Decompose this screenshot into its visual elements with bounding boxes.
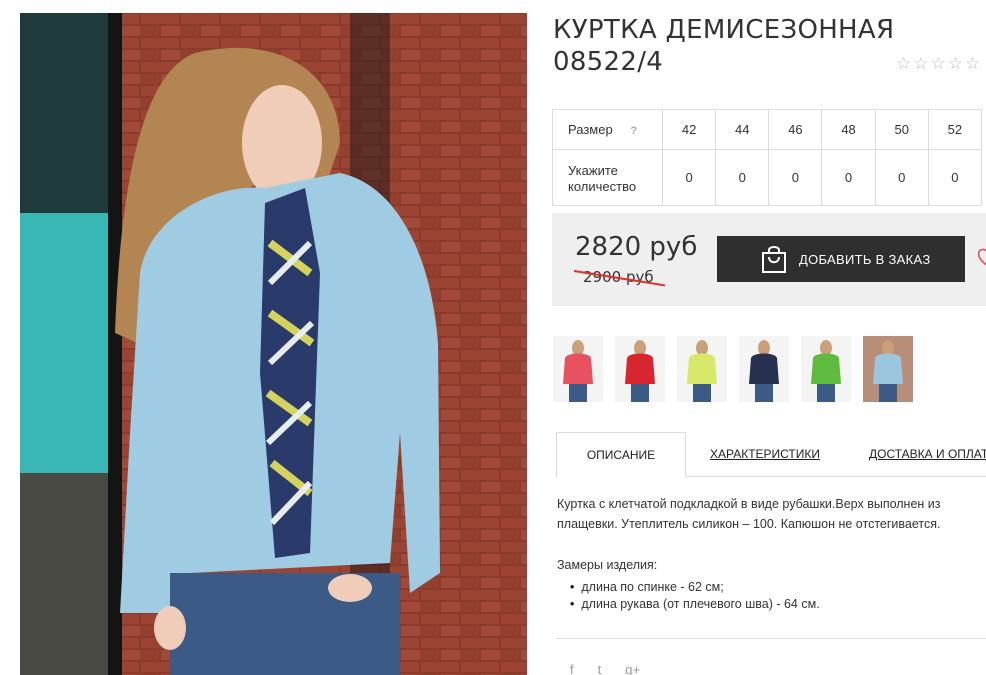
twitter-icon[interactable]: t — [598, 662, 602, 675]
measures-list: длина по спинке - 62 см; длина рукава (о… — [570, 579, 820, 613]
size-cell: 46 — [768, 109, 823, 150]
old-price-block: 2900 руб — [573, 266, 674, 288]
heart-icon[interactable] — [975, 243, 986, 273]
thumbnail-green[interactable] — [801, 336, 851, 402]
add-to-order-label: ДОБАВИТЬ В ЗАКАЗ — [799, 251, 931, 267]
size-row: Размер ? 42 44 46 48 50 52 — [552, 109, 983, 150]
size-quantity-table: Размер ? 42 44 46 48 50 52 Укажите колич… — [552, 109, 983, 206]
size-cell: 48 — [821, 109, 876, 150]
size-label-cell: Размер ? — [552, 109, 663, 150]
rating-stars[interactable]: ☆ ☆ ☆ ☆ ☆ — [896, 55, 980, 73]
quantity-row: Укажите количество 0 0 0 0 0 0 — [552, 149, 983, 206]
product-title: КУРТКА ДЕМИСЕЗОННАЯ 08522/4 — [553, 15, 895, 77]
star-icon[interactable]: ☆ — [965, 55, 980, 73]
size-cell: 42 — [661, 109, 717, 150]
thumbnail-pink[interactable] — [553, 336, 603, 402]
star-icon[interactable]: ☆ — [896, 55, 911, 73]
thumbnail-image — [677, 336, 727, 402]
size-cell: 44 — [715, 109, 770, 150]
quantity-input[interactable]: 0 — [768, 149, 823, 206]
current-price: 2820 руб — [575, 232, 698, 262]
price-box: 2820 руб 2900 руб ДОБАВИТЬ В ЗАКАЗ — [552, 213, 986, 306]
shopping-bag-icon — [762, 246, 786, 273]
google-plus-icon[interactable]: g+ — [625, 662, 640, 675]
quantity-input[interactable]: 0 — [874, 149, 929, 206]
size-help-icon[interactable]: ? — [630, 125, 637, 137]
thumbnail-image — [553, 336, 603, 402]
product-tabs: ОПИСАНИЕ ХАРАКТЕРИСТИКИ ДОСТАВКА И ОПЛАТ… — [556, 432, 986, 478]
quantity-input[interactable]: 0 — [661, 149, 717, 206]
quantity-input[interactable]: 0 — [927, 149, 983, 206]
thumbnail-image — [801, 336, 851, 402]
thumbnail-image — [739, 336, 789, 402]
divider — [556, 638, 986, 639]
quantity-input[interactable]: 0 — [715, 149, 770, 206]
measures-title: Замеры изделия: — [557, 558, 658, 572]
star-icon[interactable]: ☆ — [913, 55, 928, 73]
size-label: Размер — [568, 122, 613, 137]
facebook-icon[interactable]: f — [570, 662, 574, 675]
thumbnail-navy[interactable] — [739, 336, 789, 402]
size-cell: 50 — [874, 109, 929, 150]
thumbnail-lime[interactable] — [677, 336, 727, 402]
thumbnail-light-blue[interactable] — [863, 336, 913, 402]
product-main-photo[interactable] — [20, 13, 527, 675]
product-description: Куртка с клетчатой подкладкой в виде руб… — [557, 497, 941, 531]
thumbnail-red[interactable] — [615, 336, 665, 402]
thumbnail-gallery — [553, 336, 913, 402]
thumbnail-image — [863, 336, 913, 402]
tab-description[interactable]: ОПИСАНИЕ — [556, 432, 686, 478]
star-icon[interactable]: ☆ — [948, 55, 963, 73]
size-cell: 52 — [927, 109, 983, 150]
list-item: длина рукава (от плечевого шва) - 64 см. — [570, 596, 819, 613]
tab-delivery-payment[interactable]: ДОСТАВКА И ОПЛАТА — [869, 432, 986, 477]
add-to-order-button[interactable]: ДОБАВИТЬ В ЗАКАЗ — [717, 236, 965, 282]
tab-characteristics[interactable]: ХАРАКТЕРИСТИКИ — [710, 432, 820, 477]
quantity-input[interactable]: 0 — [821, 149, 876, 206]
thumbnail-image — [615, 336, 665, 402]
list-item: длина по спинке - 62 см; — [570, 579, 820, 596]
star-icon[interactable]: ☆ — [931, 55, 946, 73]
quantity-label: Укажите количество — [552, 149, 663, 206]
social-share: f t g+ — [570, 662, 640, 675]
